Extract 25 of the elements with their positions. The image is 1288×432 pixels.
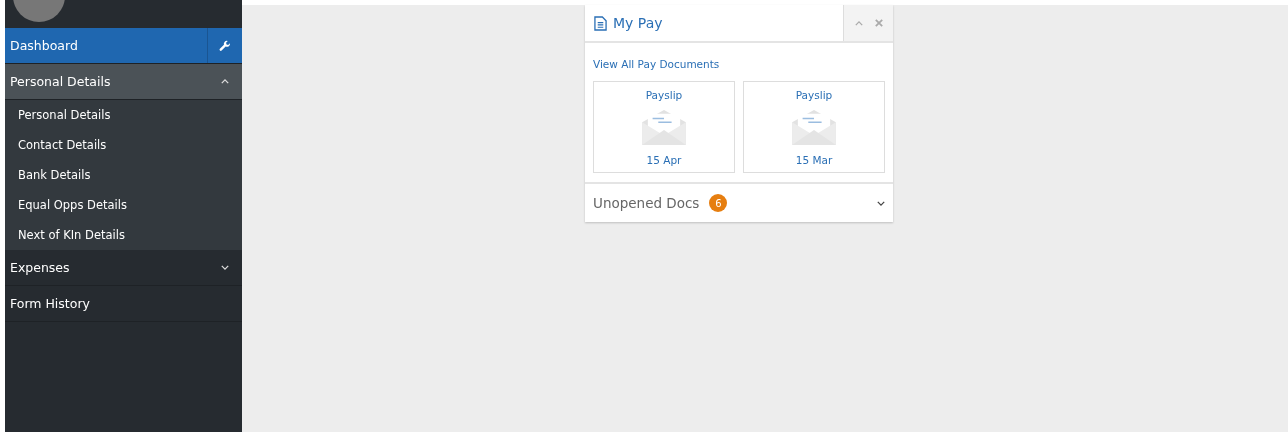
sidebar-item[interactable]: Personal Details	[5, 64, 242, 100]
sidebar-subitem[interactable]: Equal Opps Details	[5, 190, 242, 220]
envelope-icon	[640, 108, 688, 147]
caret-icon	[221, 79, 229, 84]
sidebar-item[interactable]: Dashboard	[5, 28, 242, 64]
document-icon	[594, 15, 607, 31]
close-icon	[874, 19, 883, 27]
chevron-icon	[877, 200, 885, 206]
view-all-link[interactable]: View All Pay Documents	[593, 58, 720, 70]
sidebar-subitem[interactable]: Contact Details	[5, 130, 242, 160]
count-badge: 6	[709, 194, 728, 212]
caret-icon	[854, 20, 863, 26]
wrench-icon	[219, 39, 231, 52]
payslip-tile[interactable]: Payslip 15 Apr	[593, 81, 735, 173]
expand-toggle[interactable]	[877, 200, 885, 206]
collapse-button[interactable]	[852, 18, 865, 28]
payslip-tile[interactable]: Payslip 15 Mar	[743, 81, 885, 173]
close-button[interactable]	[872, 17, 885, 29]
sidebar-subitem[interactable]: Bank Details	[5, 160, 242, 190]
caret-icon	[221, 265, 229, 270]
sidebar-subitem[interactable]: Personal Details	[5, 100, 242, 130]
card-title: My Pay	[613, 15, 663, 31]
sidebar-subitem[interactable]: Next of KIn Details	[5, 220, 242, 250]
unopened-docs-label: Unopened Docs	[593, 195, 700, 211]
envelope-icon	[790, 108, 838, 147]
